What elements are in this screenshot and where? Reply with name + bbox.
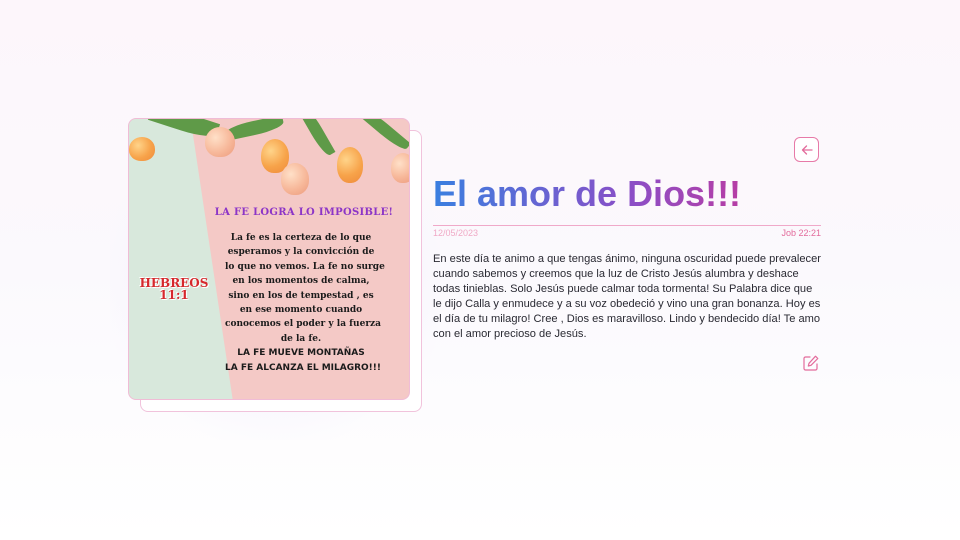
edit-button[interactable] [801, 353, 821, 373]
verse-line: de la fe. [280, 333, 322, 344]
verse-line: sino en los de tempestad , es [228, 290, 374, 301]
verse-line: La fe es la certeza de lo que [230, 233, 372, 243]
tulip-flower [129, 137, 155, 161]
post-reference: Job 22:21 [781, 228, 821, 238]
reference-verse: 11:1 [159, 288, 189, 302]
post-body: En este día te animo a que tengas ánimo,… [433, 253, 821, 340]
image-scripture-reference: HEBREOS 11:1 [135, 277, 213, 301]
verse-line: esperamos y la convicción de [227, 247, 375, 258]
title-divider [433, 225, 821, 226]
image-verse-text: La fe es la certeza de lo que esperamos … [225, 231, 385, 375]
verse-line: lo que no vemos. La fe no surge [225, 261, 385, 272]
edit-pencil-icon [803, 355, 819, 371]
verse-line: en ese momento cuando [239, 305, 363, 316]
closing-line: LA FE ALCANZA EL MILAGRO!!! [225, 362, 381, 373]
tulip-flower [391, 153, 409, 183]
leaf-decoration [357, 119, 409, 153]
tulip-flower [205, 127, 235, 157]
tulip-flower [337, 147, 363, 183]
leaf-decoration [297, 119, 336, 158]
verse-line: en los momentos de calma, [232, 276, 370, 287]
back-button[interactable] [794, 137, 819, 162]
image-heading: LA FE LOGRA LO IMPOSIBLE! [214, 207, 394, 218]
post-title: El amor de Dios!!! [433, 168, 823, 220]
post-date: 12/05/2023 [433, 228, 479, 238]
tulip-flower [281, 163, 309, 195]
closing-line: LA FE MUEVE MONTAÑAS [237, 348, 365, 359]
verse-line: conocemos el poder y la fuerza [225, 319, 382, 330]
post-image: LA FE LOGRA LO IMPOSIBLE! HEBREOS 11:1 L… [128, 118, 410, 400]
arrow-left-icon [801, 144, 813, 155]
